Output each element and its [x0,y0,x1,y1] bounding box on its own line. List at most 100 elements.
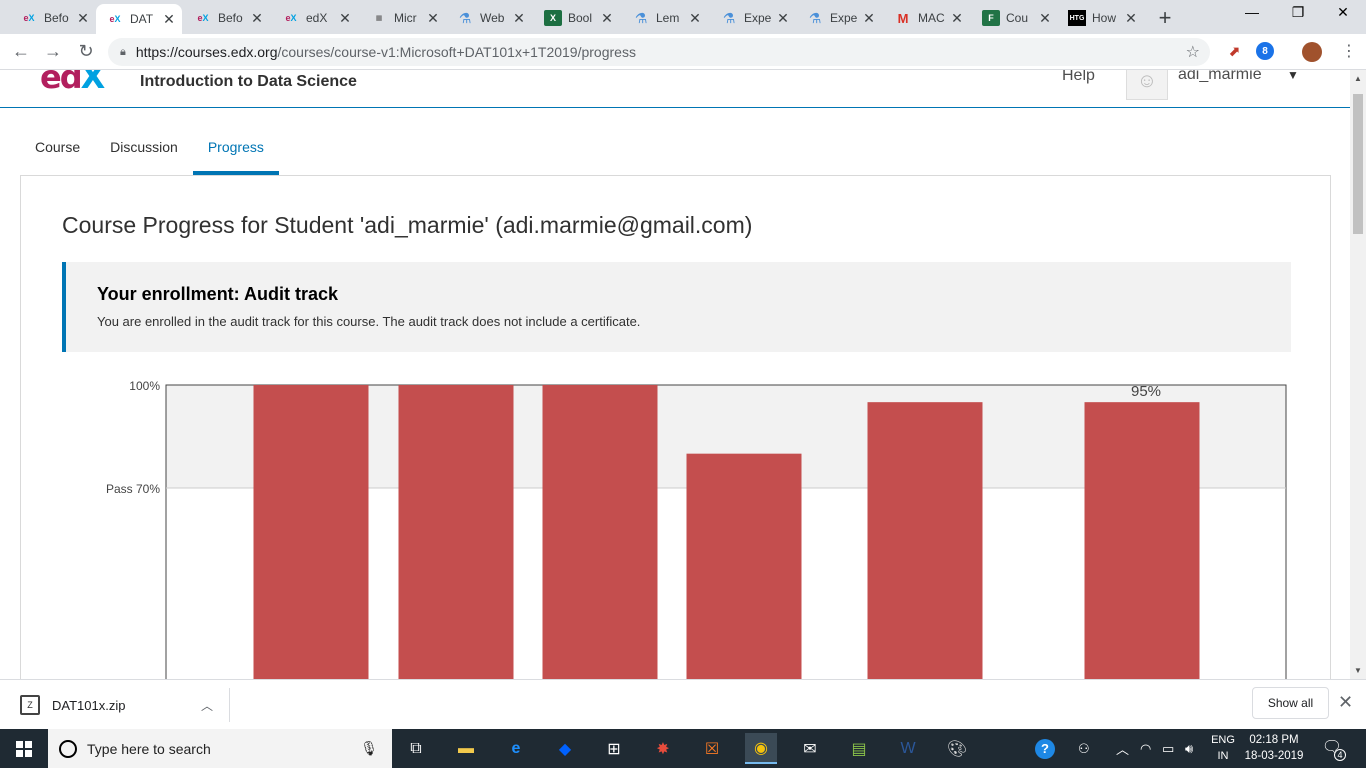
browser-tab[interactable]: ⚗ Web ✕ [446,4,532,32]
back-icon[interactable]: ← [10,41,32,62]
browser-tab[interactable]: eX Befo ✕ [184,4,270,32]
grade-bar[interactable] [542,385,658,679]
browser-tab[interactable]: eX Befo ✕ [10,4,96,32]
reload-icon[interactable]: ↻ [75,41,97,62]
flask-icon: ⚗ [458,9,472,26]
address-bar[interactable]: 🔒︎ https://courses.edx.org/courses/cours… [108,38,1210,66]
edx-logo[interactable]: edX [40,70,105,96]
minimize-icon[interactable]: — [1229,4,1275,20]
grade-bar[interactable] [1084,402,1200,679]
grade-bar[interactable] [253,385,369,679]
menu-icon[interactable]: ⋮ [1338,41,1360,61]
browser-tab-active[interactable]: eX DAT ✕ [96,4,182,34]
people-icon[interactable]: ⚇ [1078,729,1090,768]
close-tab-icon[interactable]: ✕ [76,10,90,27]
download-bar: Z DAT101x.zip ︿ Show all ✕ [0,679,1366,729]
cortana-icon [59,739,77,758]
chrome-icon[interactable]: ◉ [745,733,777,764]
close-tab-icon[interactable]: ✕ [688,10,702,27]
close-tab-icon[interactable]: ✕ [1124,10,1138,27]
close-tab-icon[interactable]: ✕ [250,10,264,27]
help-link[interactable]: Help [1062,70,1095,85]
edx-header: edX Introduction to Data Science Help ☺ … [0,70,1350,108]
tab-title: Micr [394,11,417,25]
edge-icon[interactable]: e [500,733,532,764]
username[interactable]: adi_marmie [1178,70,1262,84]
avatar[interactable]: ☺ [1126,70,1168,100]
browser-tab[interactable]: ⚗ Expe ✕ [710,4,796,32]
close-tab-icon[interactable]: ✕ [1038,10,1052,27]
close-tab-icon[interactable]: ✕ [950,10,964,27]
profile-avatar-icon[interactable] [1302,42,1322,62]
edx-icon: eX [23,13,35,23]
extension-icon[interactable]: 8 [1256,42,1274,60]
page-scrollbar[interactable]: ▲ ▼ [1350,70,1366,679]
tab-progress[interactable]: Progress [192,125,279,175]
scrollbar-thumb[interactable] [1353,94,1363,234]
tab-title: Befo [44,11,69,25]
clock[interactable]: 02:18 PM 18-03-2019 [1238,732,1310,764]
action-center-icon[interactable]: 🗨︎ 4 [1320,737,1346,761]
browser-tab[interactable]: X Bool ✕ [534,4,620,32]
close-tab-icon[interactable]: ✕ [776,10,790,27]
new-tab-button[interactable]: + [1155,5,1175,31]
paint-icon[interactable]: 🎨︎ [941,733,973,764]
grade-bar[interactable] [867,402,983,679]
wifi-icon[interactable]: ◠ [1140,729,1151,768]
browser-tab[interactable]: HTG How ✕ [1058,4,1144,32]
battery-icon[interactable]: ▭ [1162,729,1174,768]
language-indicator[interactable]: ENG IN [1208,732,1238,764]
grade-bar[interactable] [686,453,802,679]
close-tab-icon[interactable]: ✕ [338,10,352,27]
browser-tab[interactable]: eX edX ✕ [272,4,358,32]
y-tick-label: Pass 70% [106,482,160,496]
file-explorer-icon[interactable]: ▬ [450,733,482,764]
gmail-icon: M [897,10,909,26]
grade-bar[interactable] [398,385,514,679]
close-tab-icon[interactable]: ✕ [862,10,876,27]
browser-tab[interactable]: F Cou ✕ [972,4,1058,32]
chart-app-icon[interactable]: ▤ [843,733,875,764]
chevron-up-icon[interactable]: ︿ [201,697,213,714]
enrollment-title: Your enrollment: Audit track [97,284,339,304]
bookmark-star-icon[interactable]: ☆ [1186,42,1200,62]
show-all-button[interactable]: Show all [1252,687,1329,719]
close-tab-icon[interactable]: ✕ [426,10,440,27]
browser-tab[interactable]: ⚗ Lem ✕ [622,4,708,32]
scroll-up-icon[interactable]: ▲ [1350,74,1366,83]
close-window-icon[interactable]: ✕ [1320,4,1366,21]
forward-icon[interactable]: → [42,41,64,62]
show-hidden-icons[interactable]: ︿ [1116,729,1129,768]
store-icon[interactable]: ⊞ [598,733,630,764]
dropbox-icon[interactable]: ◆ [549,733,581,764]
scroll-down-icon[interactable]: ▼ [1350,666,1366,675]
xampp-icon[interactable]: ☒ [696,733,728,764]
restore-icon[interactable]: ❐ [1275,4,1321,21]
pdf-extension-icon[interactable]: ⬈ [1225,42,1243,60]
download-item[interactable]: Z DAT101x.zip ︿ [10,688,230,722]
close-tab-icon[interactable]: ✕ [162,11,176,28]
volume-icon[interactable]: 🔊︎ [1185,729,1193,768]
paint-app-icon[interactable]: ✸ [647,733,679,764]
close-download-bar-icon[interactable]: ✕ [1338,692,1353,713]
taskbar-search[interactable]: Type here to search 🎙︎ [48,729,392,768]
close-tab-icon[interactable]: ✕ [600,10,614,27]
browser-tab[interactable]: ▦ Micr ✕ [360,4,446,32]
close-tab-icon[interactable]: ✕ [512,10,526,27]
mail-icon[interactable]: ✉ [794,733,826,764]
browser-tab[interactable]: ⚗ Expe ✕ [796,4,882,32]
tab-title: How [1092,11,1117,25]
windows-taskbar: Type here to search 🎙︎ ⧉ ▬ e ◆ ⊞ ✸ ☒ ◉ ✉… [0,729,1366,768]
word-icon[interactable]: W [892,733,924,764]
task-view-icon[interactable]: ⧉ [400,733,432,764]
bar-data-label: 95% [1131,383,1161,400]
user-menu-dropdown-icon[interactable]: ▼ [1287,70,1299,82]
help-tray-icon[interactable]: ? [1035,729,1055,768]
search-placeholder: Type here to search [87,740,211,757]
microphone-icon[interactable]: 🎙︎ [360,740,378,757]
start-button[interactable] [0,729,48,768]
tab-discussion[interactable]: Discussion [95,125,193,175]
forms-icon: F [982,10,1000,26]
browser-tab[interactable]: M MAC ✕ [884,4,970,32]
tab-course[interactable]: Course [20,125,95,175]
